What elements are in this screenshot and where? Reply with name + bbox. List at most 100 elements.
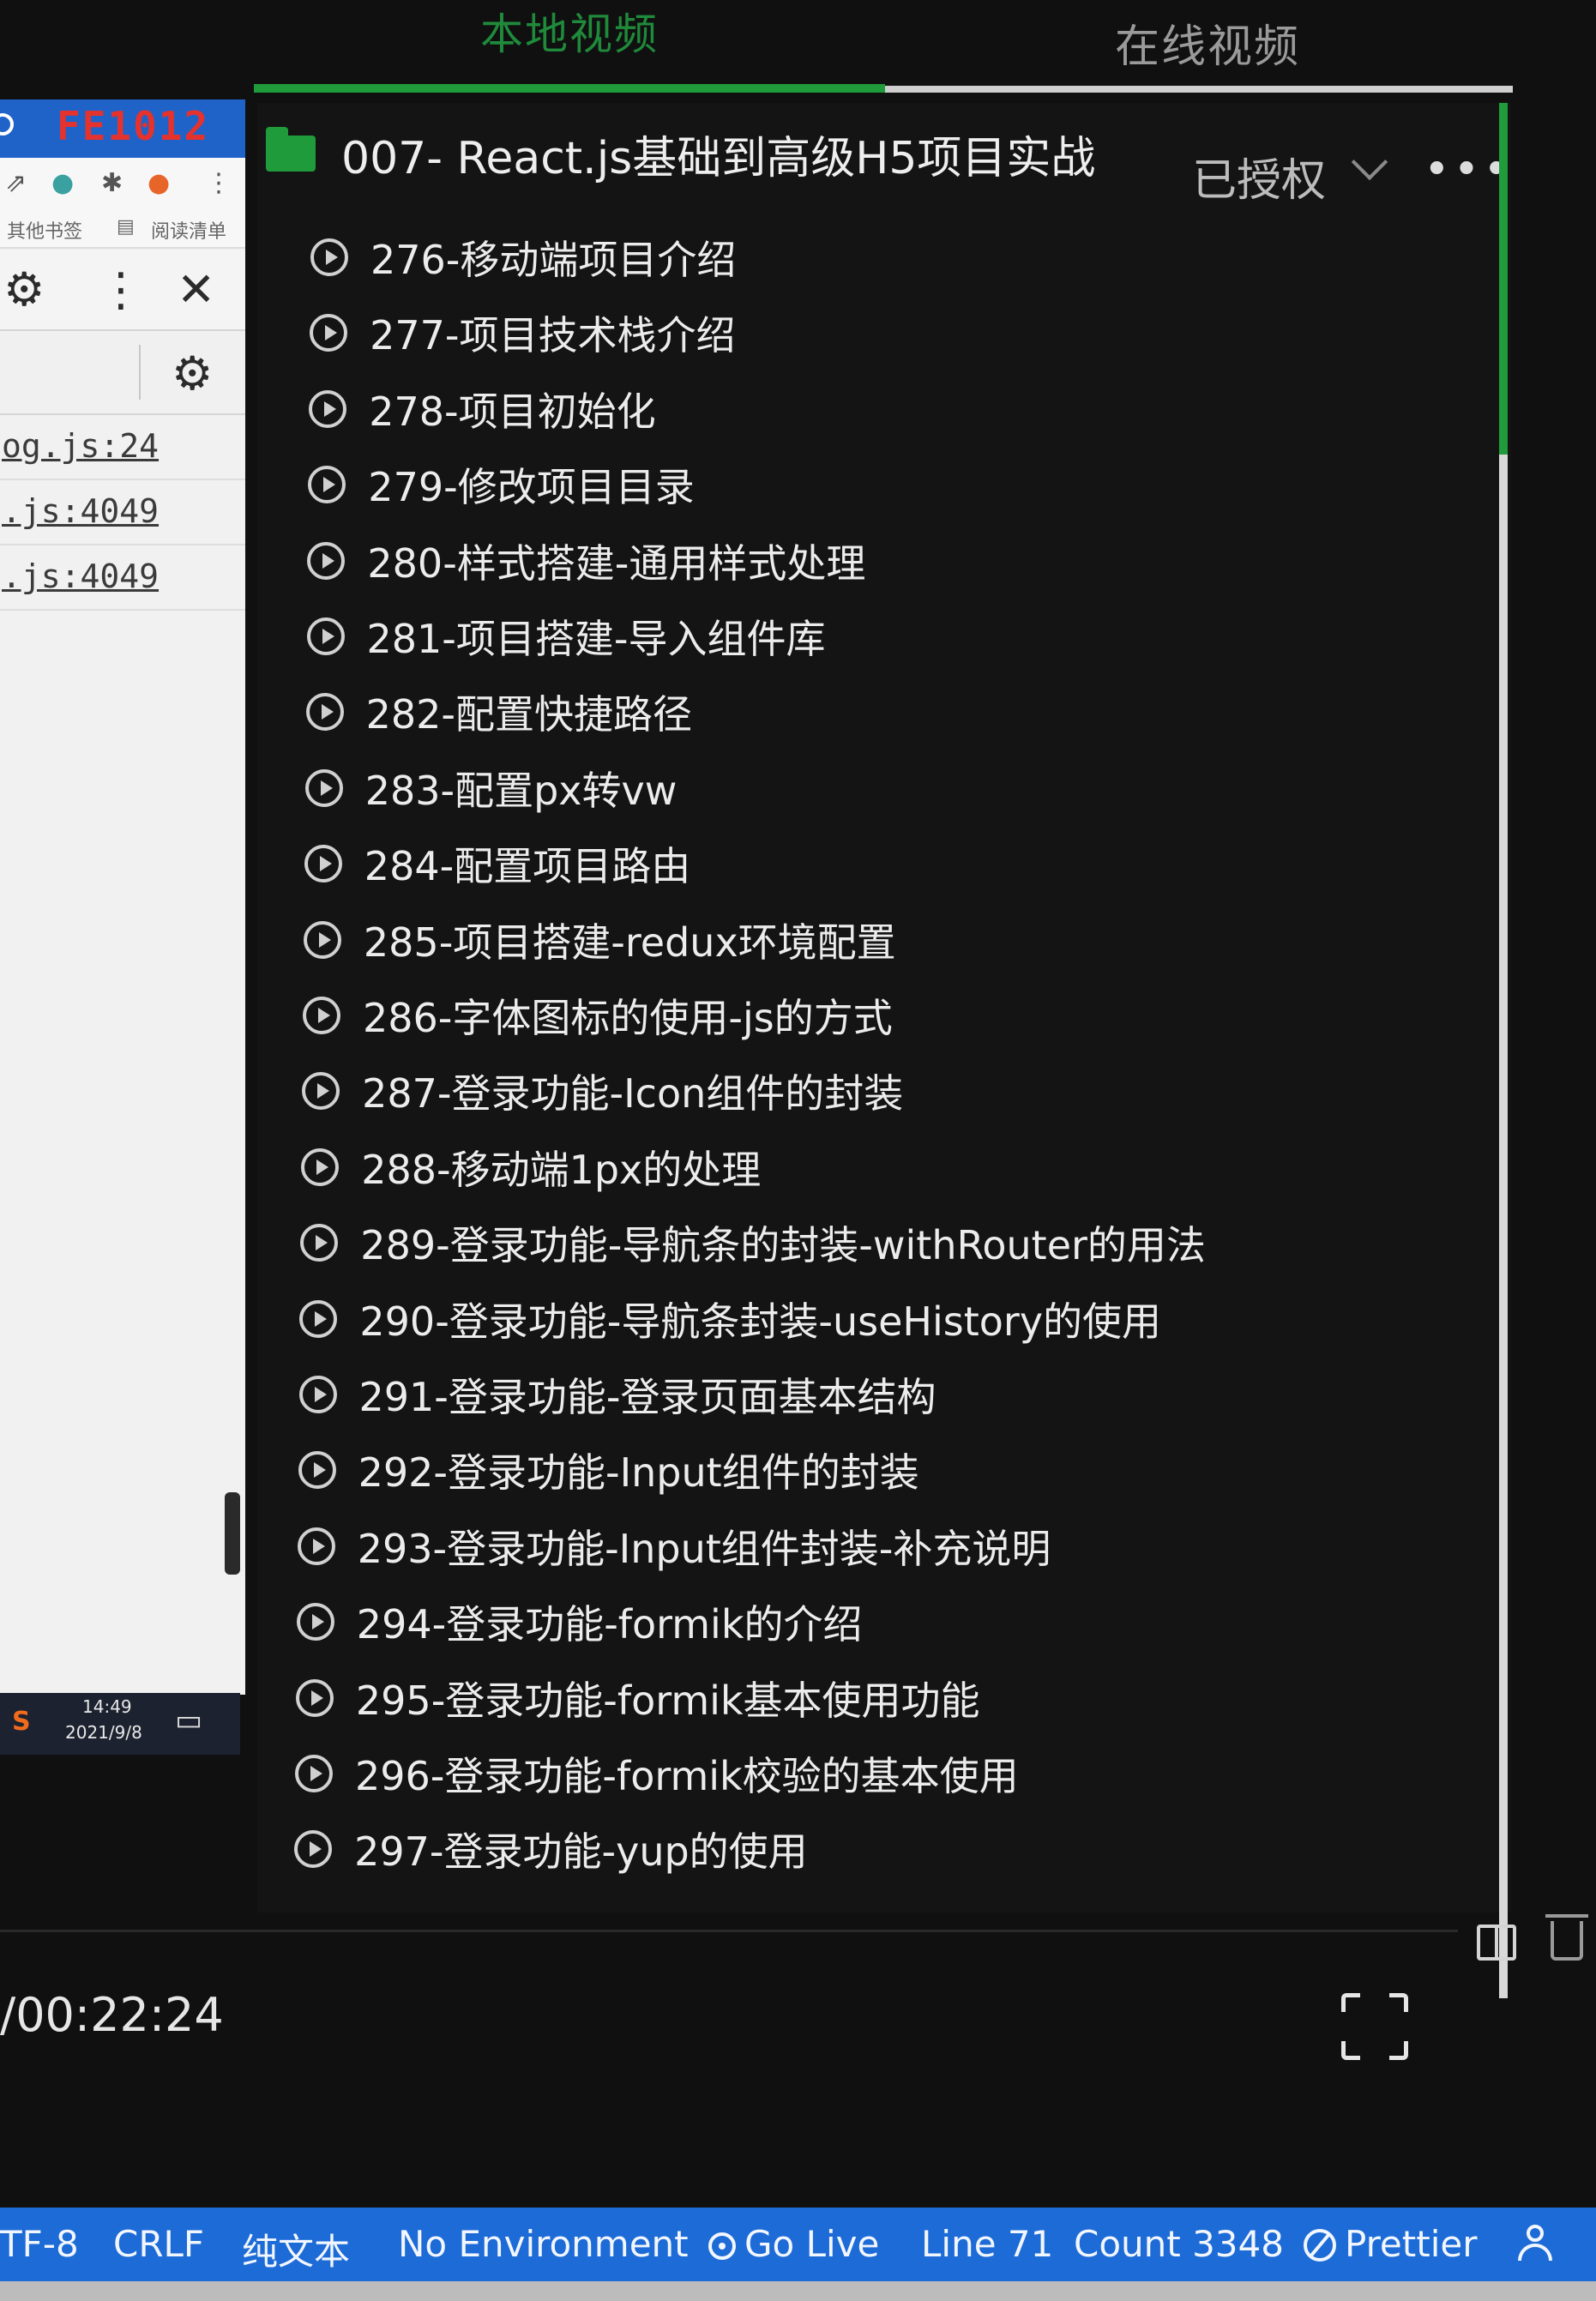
- share-icon[interactable]: ⇗: [5, 168, 27, 198]
- status-line-ending[interactable]: CRLF: [113, 2223, 204, 2265]
- episode-item[interactable]: 292-登录功能-Input组件的封装: [298, 1436, 919, 1504]
- play-circle-icon: [310, 314, 348, 352]
- episode-item[interactable]: 289-登录功能-导航条的封装-withRouter的用法: [300, 1208, 1206, 1277]
- status-language[interactable]: 纯文本: [242, 2223, 350, 2275]
- sogou-ime-icon[interactable]: S: [12, 1707, 31, 1737]
- prettier-label: Prettier: [1345, 2223, 1478, 2265]
- episode-item[interactable]: 296-登录功能-formik校验的基本使用: [295, 1739, 1019, 1808]
- play-circle-icon: [310, 238, 348, 276]
- episode-item[interactable]: 276-移动端项目介绍: [310, 223, 736, 292]
- kebab-menu-icon[interactable]: ⋮: [206, 168, 232, 198]
- episode-label: 291-登录功能-登录页面基本结构: [358, 1374, 937, 1420]
- console-source-link[interactable]: og.js:24: [0, 417, 245, 480]
- episode-item[interactable]: 283-配置px转vw: [304, 754, 677, 822]
- auth-status: 已授权: [1192, 155, 1327, 207]
- fullscreen-icon[interactable]: [1341, 1993, 1408, 2060]
- gear-icon[interactable]: ⚙: [3, 262, 45, 316]
- episode-item[interactable]: 279-修改项目目录: [308, 450, 695, 519]
- scrollbar-progress[interactable]: [1499, 103, 1508, 455]
- episode-item[interactable]: 282-配置快捷路径: [305, 678, 692, 746]
- episode-item[interactable]: 286-字体图标的使用-js的方式: [303, 981, 893, 1050]
- episode-label: 292-登录功能-Input组件的封装: [358, 1449, 919, 1497]
- bookmarks-bar: 其他书签 ▤ 阅读清单: [0, 211, 245, 249]
- folder-icon: [266, 127, 316, 172]
- play-circle-icon: [298, 1376, 337, 1413]
- reading-list-icon[interactable]: ▤: [117, 216, 135, 238]
- status-go-live[interactable]: Go Live: [708, 2223, 879, 2265]
- play-circle-icon: [298, 1451, 336, 1490]
- panel-divider: [0, 1930, 1458, 1932]
- episode-item[interactable]: 294-登录功能-formik的介绍: [296, 1587, 862, 1656]
- play-circle-icon: [297, 1527, 335, 1565]
- screen: 本地视频 在线视频 FE1012 ⇗ ● ✱ ● ⋮ 其他书签 ▤ 阅读清单 ⚙…: [0, 0, 1596, 2301]
- trash-icon[interactable]: [1545, 1914, 1588, 1961]
- console-source-link[interactable]: .js:4049: [0, 547, 245, 611]
- play-circle-icon: [304, 845, 342, 883]
- course-title[interactable]: 007- React.js基础到高级H5项目实战: [341, 122, 1095, 186]
- tab-underline-active: [254, 84, 885, 93]
- episode-label: 295-登录功能-formik基本使用功能: [355, 1677, 980, 1724]
- status-encoding[interactable]: TF-8: [0, 2223, 79, 2265]
- status-line[interactable]: Line 71: [921, 2223, 1053, 2265]
- tab-local-video[interactable]: 本地视频: [480, 0, 659, 62]
- browser-tab-bar: FE1012: [0, 99, 245, 158]
- episode-item[interactable]: 280-样式搭建-通用样式处理: [307, 527, 865, 595]
- episode-label: 277-项目技术栈介绍: [370, 312, 736, 359]
- split-view-icon[interactable]: [1477, 1925, 1516, 1961]
- pin-icon[interactable]: ✱: [101, 168, 123, 198]
- bookmark-other[interactable]: 其他书签: [7, 216, 82, 244]
- play-circle-icon: [308, 466, 346, 504]
- tab-online-video[interactable]: 在线视频: [1115, 10, 1300, 75]
- episode-label: 284-配置项目路由: [364, 843, 691, 890]
- status-environment[interactable]: No Environment: [398, 2223, 689, 2265]
- play-circle-icon: [295, 1678, 334, 1717]
- profile-avatar-icon[interactable]: ●: [148, 168, 170, 198]
- episode-label: 281-项目搭建-导入组件库: [366, 616, 826, 662]
- episode-item[interactable]: 281-项目搭建-导入组件库: [306, 602, 826, 671]
- status-prettier[interactable]: Prettier: [1304, 2223, 1478, 2265]
- episode-item[interactable]: 285-项目搭建-redux环境配置: [303, 906, 896, 974]
- editor-statusbar: TF-8 CRLF 纯文本 No Environment Go Live Lin…: [0, 2208, 1596, 2281]
- episode-item[interactable]: 291-登录功能-登录页面基本结构: [298, 1360, 937, 1429]
- episode-label: 282-配置快捷路径: [365, 691, 692, 738]
- bottom-bezel: [0, 2281, 1596, 2301]
- chevron-down-icon[interactable]: [1351, 143, 1388, 181]
- play-circle-icon: [303, 997, 340, 1034]
- episode-label: 296-登录功能-formik校验的基本使用: [355, 1753, 1019, 1799]
- episode-label: 280-样式搭建-通用样式处理: [367, 539, 866, 587]
- tab-favicon-icon: [0, 113, 14, 136]
- episode-item[interactable]: 295-登录功能-formik基本使用功能: [295, 1664, 980, 1732]
- episode-item[interactable]: 277-项目技术栈介绍: [310, 298, 736, 367]
- notification-icon[interactable]: ▭: [175, 1703, 202, 1738]
- devtools-toolbar: ⚙ ⋮ ✕: [0, 250, 245, 331]
- extension-icon[interactable]: ●: [51, 168, 74, 198]
- episode-item[interactable]: 284-配置项目路由: [304, 829, 690, 898]
- panel-resize-handle[interactable]: [225, 1492, 240, 1575]
- episode-item[interactable]: 287-登录功能-Icon组件的封装: [302, 1057, 903, 1125]
- browser-tab-title[interactable]: FE1012: [57, 103, 209, 149]
- play-circle-icon: [295, 1755, 333, 1792]
- episode-label: 288-移动端1px的处理: [361, 1146, 762, 1193]
- scrollbar-track[interactable]: [1499, 455, 1508, 1998]
- play-circle-icon: [299, 1299, 338, 1338]
- broadcast-icon: [708, 2232, 736, 2260]
- episode-item[interactable]: 288-移动端1px的处理: [301, 1133, 761, 1202]
- episode-item[interactable]: 297-登录功能-yup的使用: [294, 1815, 808, 1883]
- episode-item[interactable]: 293-登录功能-Input组件封装-补充说明: [297, 1512, 1051, 1581]
- prohibit-icon: [1304, 2229, 1336, 2262]
- play-circle-icon: [294, 1830, 333, 1869]
- settings-gear-icon[interactable]: ⚙: [172, 346, 213, 401]
- feedback-person-icon[interactable]: [1516, 2225, 1556, 2264]
- status-count[interactable]: Count 3348: [1074, 2223, 1284, 2265]
- kebab-menu-icon[interactable]: ⋮: [98, 262, 144, 316]
- episode-label: 297-登录功能-yup的使用: [354, 1828, 808, 1876]
- episode-label: 293-登录功能-Input组件封装-补充说明: [357, 1525, 1051, 1572]
- play-circle-icon: [309, 389, 347, 428]
- close-icon[interactable]: ✕: [177, 262, 215, 316]
- play-circle-icon: [306, 617, 345, 655]
- episode-label: 289-登录功能-导航条的封装-withRouter的用法: [360, 1222, 1206, 1269]
- episode-item[interactable]: 278-项目初始化: [309, 375, 656, 443]
- console-source-link[interactable]: .js:4049: [0, 482, 245, 545]
- bookmark-reading-list[interactable]: 阅读清单: [151, 216, 226, 244]
- episode-item[interactable]: 290-登录功能-导航条封装-useHistory的使用: [299, 1285, 1161, 1353]
